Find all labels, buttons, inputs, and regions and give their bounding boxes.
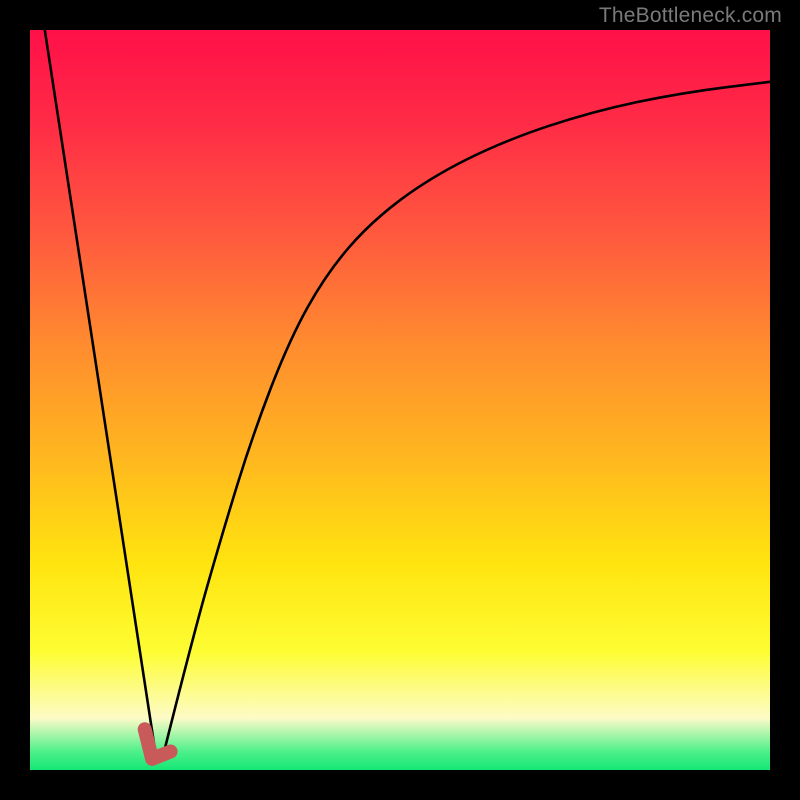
- curve-layer: [30, 30, 770, 770]
- watermark-text: TheBottleneck.com: [599, 4, 782, 28]
- series-right-curve: [163, 82, 770, 755]
- plot-area: [30, 30, 770, 770]
- series-left-descent: [45, 30, 156, 755]
- chart-frame: TheBottleneck.com: [0, 0, 800, 800]
